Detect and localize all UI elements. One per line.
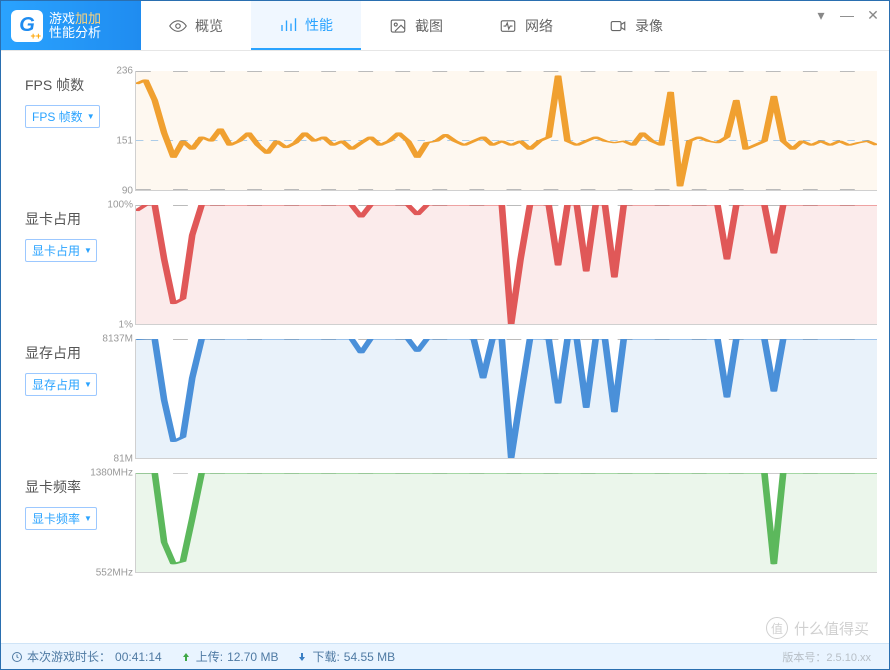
fps-dropdown[interactable]: FPS 帧数: [25, 105, 100, 128]
gpu-clock-plot: [135, 473, 877, 573]
up-arrow-icon: [180, 651, 192, 663]
logo-text: 游戏加加 性能分析: [49, 12, 101, 40]
gpu-clock-ylabels: 1380MHz 552MHz: [99, 473, 133, 573]
gpu-usage-chart-wrap: 100% 1%: [135, 205, 877, 325]
tab-network-label: 网络: [525, 16, 553, 36]
status-duration: 本次游戏时长： 00:41:14: [11, 648, 162, 665]
tab-record[interactable]: 录像: [581, 1, 691, 50]
clock-icon: [11, 651, 23, 663]
settings-icon[interactable]: ▾: [813, 7, 829, 24]
gpu-usage-y-bot: 1%: [119, 320, 133, 331]
image-icon: [389, 17, 407, 35]
vram-y-bot: 81M: [114, 454, 133, 465]
gpu-clock-dropdown-label: 显卡频率: [32, 510, 80, 527]
row-fps: FPS 帧数 FPS 帧数 236 151 90: [25, 71, 877, 191]
minimize-button[interactable]: —: [839, 7, 855, 24]
window-controls: ▾ — ✕: [813, 7, 881, 24]
row-vram: 显存占用 显存占用 8137M 81M: [25, 339, 877, 459]
fps-ylabels: 236 151 90: [99, 71, 133, 191]
fps-y-bot: 90: [122, 186, 133, 197]
logo-line2: 性能分析: [49, 26, 101, 40]
video-icon: [609, 17, 627, 35]
duration-label: 本次游戏时长：: [27, 648, 111, 665]
status-bar: 本次游戏时长： 00:41:14 上传: 12.70 MB 下载: 54.55 …: [1, 643, 889, 669]
fps-plot: [135, 71, 877, 191]
app-logo: G 游戏加加 性能分析: [1, 1, 141, 50]
gpu-usage-dropdown-label: 显卡占用: [32, 242, 80, 259]
vram-plot: [135, 339, 877, 459]
eye-icon: [169, 17, 187, 35]
activity-icon: [499, 17, 517, 35]
fps-y-top: 236: [116, 66, 133, 77]
vram-chart-wrap: 8137M 81M: [135, 339, 877, 459]
titlebar: G 游戏加加 性能分析 概览 性能 截图 网络: [1, 1, 889, 51]
fps-chart-wrap: 236 151 90: [135, 71, 877, 191]
tab-record-label: 录像: [635, 16, 663, 36]
fps-dropdown-label: FPS 帧数: [32, 108, 83, 125]
tab-overview[interactable]: 概览: [141, 1, 251, 50]
vram-y-top: 8137M: [102, 334, 133, 345]
fps-y-mid: 151: [116, 135, 133, 146]
vram-ylabels: 8137M 81M: [99, 339, 133, 459]
tab-performance[interactable]: 性能: [251, 1, 361, 50]
logo-line1a: 游戏: [49, 11, 75, 26]
tab-overview-label: 概览: [195, 16, 223, 36]
logo-line1b: 加加: [75, 11, 101, 26]
gpu-clock-dropdown[interactable]: 显卡频率: [25, 507, 97, 530]
upload-value: 12.70 MB: [227, 650, 278, 664]
gpu-usage-dropdown[interactable]: 显卡占用: [25, 239, 97, 262]
tab-screenshot-label: 截图: [415, 16, 443, 36]
bars-icon: [279, 16, 297, 34]
row-gpu-clock: 显卡频率 显卡频率 1380MHz 552MHz: [25, 473, 877, 573]
content-area[interactable]: FPS 帧数 FPS 帧数 236 151 90 显卡占用 显卡占用: [1, 51, 889, 643]
tab-performance-label: 性能: [305, 15, 333, 35]
gpu-usage-plot: [135, 205, 877, 325]
gpu-clock-y-bot: 552MHz: [96, 568, 133, 579]
upload-label: 上传:: [196, 648, 223, 665]
status-download: 下载: 54.55 MB: [296, 648, 395, 665]
close-button[interactable]: ✕: [865, 7, 881, 24]
down-arrow-icon: [296, 651, 308, 663]
status-upload: 上传: 12.70 MB: [180, 648, 279, 665]
download-value: 54.55 MB: [344, 650, 395, 664]
vram-dropdown[interactable]: 显存占用: [25, 373, 97, 396]
gpu-clock-chart-wrap: 1380MHz 552MHz: [135, 473, 877, 573]
download-label: 下载:: [312, 648, 339, 665]
gpu-usage-y-top: 100%: [107, 200, 133, 211]
app-window: G 游戏加加 性能分析 概览 性能 截图 网络: [0, 0, 890, 670]
vram-dropdown-label: 显存占用: [32, 376, 80, 393]
gpu-usage-ylabels: 100% 1%: [99, 205, 133, 325]
tab-network[interactable]: 网络: [471, 1, 581, 50]
gpu-clock-y-top: 1380MHz: [90, 468, 133, 479]
duration-value: 00:41:14: [115, 650, 162, 664]
tab-screenshot[interactable]: 截图: [361, 1, 471, 50]
logo-icon: G: [11, 10, 43, 42]
version-label: 版本号：2.5.10.xx: [782, 649, 871, 665]
row-gpu-usage: 显卡占用 显卡占用 100% 1%: [25, 205, 877, 325]
tab-bar: 概览 性能 截图 网络 录像: [141, 1, 889, 50]
